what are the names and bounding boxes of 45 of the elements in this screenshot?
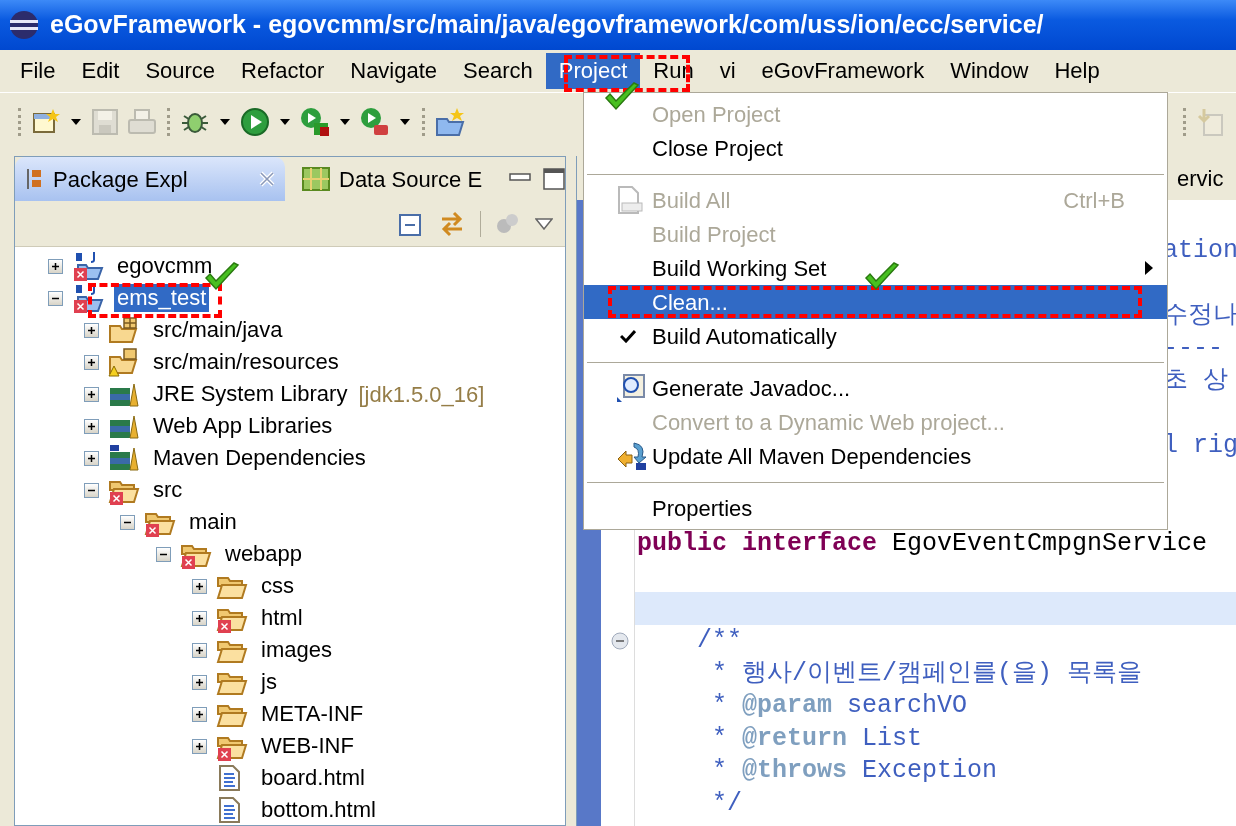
tree-item[interactable]: src xyxy=(150,476,186,504)
tree-item[interactable]: src/main/java xyxy=(150,316,286,344)
tree-item[interactable]: WEB-INF xyxy=(258,732,357,760)
tree-item[interactable]: board.html xyxy=(258,764,368,792)
tree-item[interactable]: bottom.html xyxy=(258,796,379,824)
menu-bar-item[interactable]: Help xyxy=(1041,53,1113,89)
tree-item-decoration: [jdk1.5.0_16] xyxy=(358,380,485,409)
menu-item[interactable]: Build Working Set xyxy=(584,251,1167,285)
menu-bar-item[interactable]: File xyxy=(7,53,69,89)
tree-item[interactable]: main xyxy=(186,508,240,536)
menu-bar-item[interactable]: Refactor xyxy=(228,53,338,89)
tree-item[interactable]: js xyxy=(258,668,280,696)
menu-item[interactable]: Close Project xyxy=(584,131,1167,165)
code-line: */ xyxy=(711,787,743,820)
view-tab[interactable]: Package Expl xyxy=(15,157,285,201)
menu-bar-item[interactable]: eGovFramework xyxy=(748,53,938,89)
menu-bar-item[interactable]: vi xyxy=(706,53,749,89)
tree-item[interactable]: ems_test xyxy=(114,284,210,312)
tree-item[interactable]: css xyxy=(258,572,297,600)
code-line: public interface EgovEventCmpgnService xyxy=(637,527,1208,560)
tree-item[interactable]: html xyxy=(258,604,306,632)
code-line: * @param searchVO xyxy=(711,690,968,722)
menu-bar-item[interactable]: Window xyxy=(937,53,1042,89)
menu-bar-item[interactable]: Source xyxy=(132,53,229,89)
tree-item[interactable]: META-INF xyxy=(258,700,367,728)
tree-item[interactable]: Web App Libraries xyxy=(150,412,336,440)
code-line: * 행사/이벤트/캠페인를(을) 목록을 xyxy=(711,657,1143,690)
tree-item[interactable]: images xyxy=(258,636,335,664)
shortcut-label: Ctrl+B xyxy=(1063,186,1125,215)
code-line: * @return List xyxy=(711,722,923,755)
menu-bar-item[interactable]: Navigate xyxy=(337,53,451,89)
tree-item[interactable]: Maven Dependencies xyxy=(150,444,369,472)
editor-tab[interactable]: ervic xyxy=(1177,161,1224,195)
tree-item[interactable]: webapp xyxy=(222,540,306,568)
menu-item[interactable]: Update All Maven Dependencies xyxy=(584,439,1167,473)
code-line: /** xyxy=(696,625,743,657)
menu-bar-item[interactable]: Edit xyxy=(68,53,133,89)
menu-item[interactable]: Generate Javadoc... xyxy=(584,371,1167,405)
menu-item[interactable]: Properties xyxy=(584,491,1167,525)
tree-item[interactable]: egovcmm xyxy=(114,252,216,280)
tree-item[interactable]: JRE System Library xyxy=(150,380,351,408)
tree-item[interactable]: src/main/resources xyxy=(150,348,342,376)
code-line: * @throws Exception xyxy=(711,755,998,787)
menu-bar-item[interactable]: Search xyxy=(450,53,546,89)
window-title: eGovFramework - egovcmm/src/main/java/egovframework/com/uss/ion/ecc/service/ xyxy=(50,9,1044,41)
